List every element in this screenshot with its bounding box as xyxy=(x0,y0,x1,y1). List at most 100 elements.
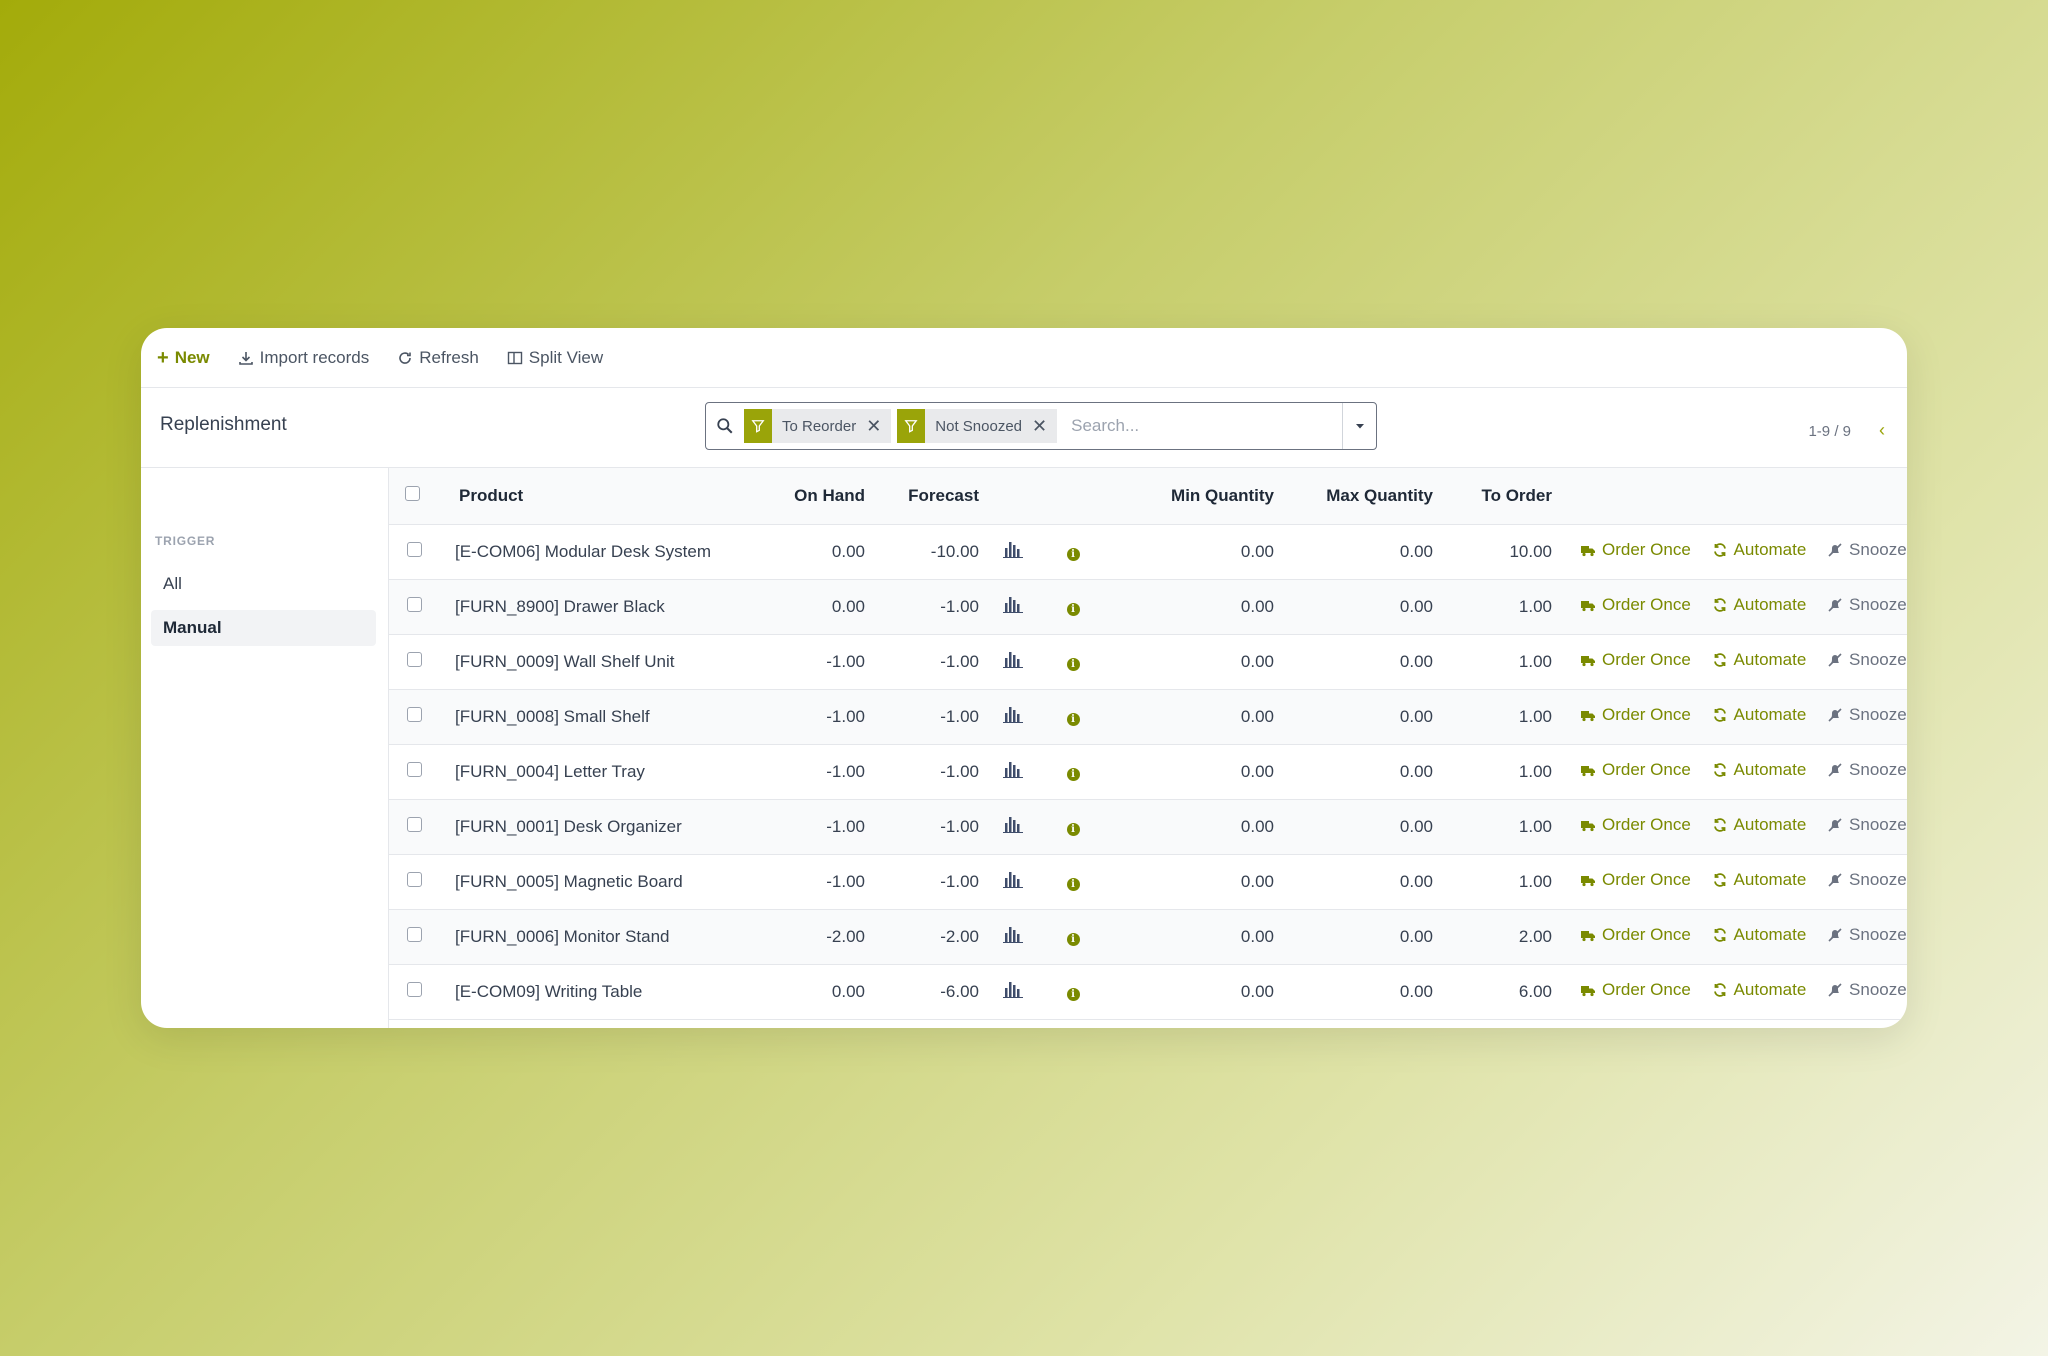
row-checkbox[interactable] xyxy=(407,706,422,722)
table-row[interactable]: [FURN_0006] Monitor Stand -2.00 -2.00 i … xyxy=(389,909,1907,964)
product-cell[interactable]: [FURN_0008] Small Shelf xyxy=(439,689,759,744)
order-once-button[interactable]: Order Once xyxy=(1580,595,1691,615)
product-cell[interactable]: [E-COM09] Writing Table xyxy=(439,964,759,1019)
search-input[interactable] xyxy=(1063,403,1342,449)
bar-chart-icon[interactable] xyxy=(1003,760,1023,778)
product-cell[interactable]: [FURN_0006] Monitor Stand xyxy=(439,909,759,964)
column-header-to-order[interactable]: To Order xyxy=(1437,468,1556,524)
table-row[interactable]: [FURN_0009] Wall Shelf Unit -1.00 -1.00 … xyxy=(389,634,1907,689)
snooze-button[interactable]: Snooze xyxy=(1827,760,1907,780)
column-header-min-quantity[interactable]: Min Quantity xyxy=(1103,468,1278,524)
info-icon[interactable]: i xyxy=(1066,987,1080,1001)
automate-button[interactable]: Automate xyxy=(1712,870,1806,890)
product-cell[interactable]: [FURN_0005] Magnetic Board xyxy=(439,854,759,909)
close-icon[interactable]: ✕ xyxy=(1032,417,1047,435)
info-icon[interactable]: i xyxy=(1066,767,1080,781)
to-order-cell: 1.00 xyxy=(1518,706,1552,726)
column-header-forecast[interactable]: Forecast xyxy=(869,468,983,524)
search-options-toggle[interactable] xyxy=(1342,403,1376,449)
automate-button[interactable]: Automate xyxy=(1712,540,1806,560)
product-cell[interactable]: [FURN_8900] Drawer Black xyxy=(439,579,759,634)
bar-chart-icon[interactable] xyxy=(1003,705,1023,723)
row-checkbox[interactable] xyxy=(407,761,422,777)
bar-chart-icon[interactable] xyxy=(1003,815,1023,833)
automate-button[interactable]: Automate xyxy=(1712,925,1806,945)
row-checkbox[interactable] xyxy=(407,871,422,887)
automate-button[interactable]: Automate xyxy=(1712,760,1806,780)
automate-button[interactable]: Automate xyxy=(1712,815,1806,835)
sidebar-section-title: TRIGGER xyxy=(155,534,216,548)
close-icon[interactable]: ✕ xyxy=(866,417,881,435)
order-once-button[interactable]: Order Once xyxy=(1580,980,1691,1000)
truck-icon xyxy=(1581,766,1595,777)
refresh-button[interactable]: Refresh xyxy=(397,348,479,368)
snooze-button[interactable]: Snooze xyxy=(1827,815,1907,835)
info-icon[interactable]: i xyxy=(1066,657,1080,671)
automate-button[interactable]: Automate xyxy=(1712,650,1806,670)
import-records-button[interactable]: Import records xyxy=(238,348,369,368)
max-quantity-cell: 0.00 xyxy=(1399,981,1433,1001)
table-row[interactable]: [FURN_0005] Magnetic Board -1.00 -1.00 i… xyxy=(389,854,1907,909)
column-header-on-hand[interactable]: On Hand xyxy=(759,468,869,524)
refresh-icon xyxy=(1713,543,1726,557)
bar-chart-icon[interactable] xyxy=(1003,925,1023,943)
table-row[interactable]: [E-COM09] Writing Table 0.00 -6.00 i 0.0… xyxy=(389,964,1907,1019)
facet-not-snoozed: Not Snoozed ✕ xyxy=(897,409,1058,443)
order-once-button[interactable]: Order Once xyxy=(1580,540,1691,560)
bar-chart-icon[interactable] xyxy=(1003,595,1023,613)
truck-icon xyxy=(1581,821,1595,832)
bar-chart-icon[interactable] xyxy=(1003,980,1023,998)
sidebar-item-all[interactable]: All xyxy=(151,566,376,602)
table-row[interactable]: [FURN_0004] Letter Tray -1.00 -1.00 i 0.… xyxy=(389,744,1907,799)
table-row[interactable]: [FURN_0008] Small Shelf -1.00 -1.00 i 0.… xyxy=(389,689,1907,744)
row-checkbox[interactable] xyxy=(407,816,422,832)
snooze-button[interactable]: Snooze xyxy=(1827,925,1907,945)
info-icon[interactable]: i xyxy=(1066,602,1080,616)
table-row[interactable]: [E-COM06] Modular Desk System 0.00 -10.0… xyxy=(389,524,1907,579)
bar-chart-icon[interactable] xyxy=(1003,870,1023,888)
snooze-button[interactable]: Snooze xyxy=(1827,540,1907,560)
automate-button[interactable]: Automate xyxy=(1712,980,1806,1000)
automate-button[interactable]: Automate xyxy=(1712,595,1806,615)
order-once-button[interactable]: Order Once xyxy=(1580,760,1691,780)
product-cell[interactable]: [FURN_0004] Letter Tray xyxy=(439,744,759,799)
row-checkbox[interactable] xyxy=(407,981,422,997)
pager-value[interactable]: 1-9 / 9 xyxy=(1808,423,1851,440)
product-cell[interactable]: [E-COM06] Modular Desk System xyxy=(439,524,759,579)
column-header-product[interactable]: Product xyxy=(439,468,759,524)
order-once-button[interactable]: Order Once xyxy=(1580,870,1691,890)
info-icon[interactable]: i xyxy=(1066,547,1080,561)
order-once-button[interactable]: Order Once xyxy=(1580,650,1691,670)
on-hand-cell: -1.00 xyxy=(826,651,865,671)
order-once-button[interactable]: Order Once xyxy=(1580,705,1691,725)
info-icon[interactable]: i xyxy=(1066,877,1080,891)
sidebar-item-manual[interactable]: Manual xyxy=(151,610,376,646)
split-view-button[interactable]: Split View xyxy=(507,348,603,368)
new-button[interactable]: + New xyxy=(157,348,210,368)
snooze-button[interactable]: Snooze xyxy=(1827,705,1907,725)
chevron-left-icon[interactable]: ‹ xyxy=(1879,420,1885,441)
row-checkbox[interactable] xyxy=(407,596,422,612)
table-row[interactable]: [FURN_0001] Desk Organizer -1.00 -1.00 i… xyxy=(389,799,1907,854)
product-cell[interactable]: [FURN_0001] Desk Organizer xyxy=(439,799,759,854)
bar-chart-icon[interactable] xyxy=(1003,540,1023,558)
automate-button[interactable]: Automate xyxy=(1712,705,1806,725)
row-checkbox[interactable] xyxy=(407,651,422,667)
order-once-button[interactable]: Order Once xyxy=(1580,815,1691,835)
info-icon[interactable]: i xyxy=(1066,932,1080,946)
snooze-button[interactable]: Snooze xyxy=(1827,595,1907,615)
bar-chart-icon[interactable] xyxy=(1003,650,1023,668)
max-quantity-cell: 0.00 xyxy=(1399,871,1433,891)
order-once-button[interactable]: Order Once xyxy=(1580,925,1691,945)
snooze-button[interactable]: Snooze xyxy=(1827,650,1907,670)
table-row[interactable]: [FURN_8900] Drawer Black 0.00 -1.00 i 0.… xyxy=(389,579,1907,634)
snooze-button[interactable]: Snooze xyxy=(1827,980,1907,1000)
product-cell[interactable]: [FURN_0009] Wall Shelf Unit xyxy=(439,634,759,689)
info-icon[interactable]: i xyxy=(1066,822,1080,836)
snooze-button[interactable]: Snooze xyxy=(1827,870,1907,890)
column-header-max-quantity[interactable]: Max Quantity xyxy=(1278,468,1437,524)
row-checkbox[interactable] xyxy=(407,541,422,557)
row-checkbox[interactable] xyxy=(407,926,422,942)
info-icon[interactable]: i xyxy=(1066,712,1080,726)
select-all-checkbox[interactable] xyxy=(405,485,420,501)
